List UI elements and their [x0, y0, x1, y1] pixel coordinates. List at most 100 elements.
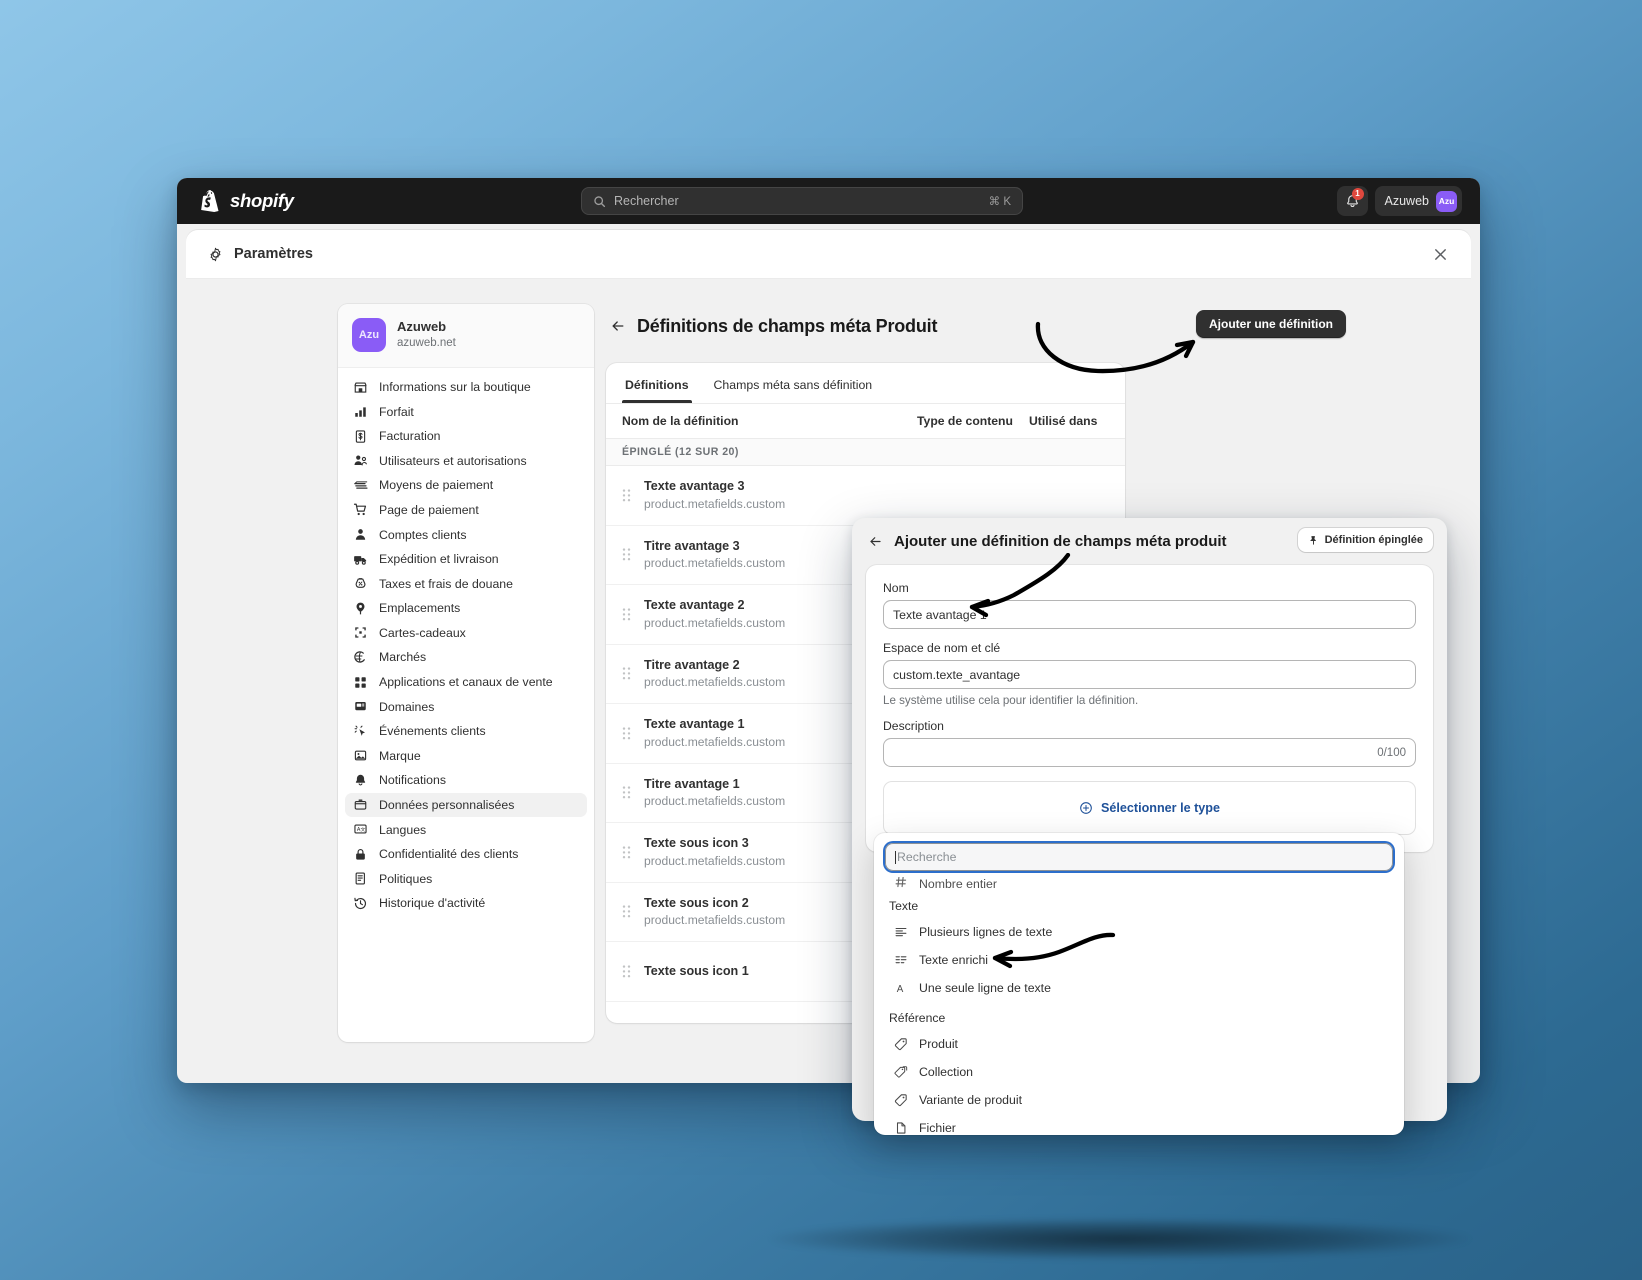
- type-option-collection[interactable]: Collection: [885, 1058, 1393, 1086]
- definition-name: Texte avantage 1: [644, 717, 745, 732]
- add-definition-button[interactable]: Ajouter une définition: [1196, 310, 1346, 338]
- policy-icon: [353, 871, 368, 886]
- sidebar-item-label: Forfait: [379, 404, 414, 419]
- sidebar-item-notifications[interactable]: Notifications: [345, 768, 587, 792]
- lock-icon: [353, 847, 368, 862]
- type-option-une-seule-ligne-de-texte[interactable]: A Une seule ligne de texte: [885, 974, 1393, 1002]
- description-input[interactable]: 0/100: [883, 738, 1416, 767]
- sidebar-item-marque[interactable]: Marque: [345, 744, 587, 768]
- definition-name: Texte avantage 2: [644, 598, 745, 613]
- settings-sidebar: Azu Azuweb azuweb.net Informations sur l…: [338, 304, 594, 1042]
- column-header-used-in: Utilisé dans: [1029, 414, 1098, 428]
- sidebar-item-facturation[interactable]: Facturation: [345, 424, 587, 448]
- sidebar-item-emplacements[interactable]: Emplacements: [345, 596, 587, 620]
- type-search-placeholder: Recherche: [897, 850, 957, 864]
- sidebar-item-taxes-et-frais-de-douane[interactable]: Taxes et frais de douane: [345, 572, 587, 596]
- gift-card-icon: [353, 625, 368, 640]
- sidebar-item-v-nements-clients[interactable]: Événements clients: [345, 719, 587, 743]
- sidebar-item-label: Marque: [379, 748, 421, 763]
- select-type-button[interactable]: Sélectionner le type: [883, 781, 1416, 835]
- sidebar-item-informations-sur-la-boutique[interactable]: Informations sur la boutique: [345, 375, 587, 399]
- close-icon[interactable]: [1432, 246, 1449, 263]
- type-search-input[interactable]: Recherche: [885, 843, 1393, 871]
- history-icon: [353, 896, 368, 911]
- type-option-partially-scrolled[interactable]: Nombre entier: [885, 877, 1393, 890]
- tax-icon: [353, 576, 368, 591]
- sidebar-item-confidentialit-des-clients[interactable]: Confidentialité des clients: [345, 842, 587, 866]
- svg-text:A: A: [897, 984, 904, 995]
- type-option-produit[interactable]: Produit: [885, 1030, 1393, 1058]
- sidebar-item-donn-es-personnalis-es[interactable]: Données personnalisées: [345, 792, 587, 818]
- search-shortcut-hint: ⌘ K: [988, 196, 1011, 208]
- sidebar-item-cartes-cadeaux[interactable]: Cartes-cadeaux: [345, 621, 587, 645]
- global-search-input[interactable]: Rechercher ⌘ K: [581, 187, 1023, 215]
- sidebar-item-langues[interactable]: A 文 Langues: [345, 817, 587, 841]
- notifications-button[interactable]: 1: [1336, 186, 1368, 216]
- drag-handle-icon[interactable]: [622, 727, 631, 740]
- gear-icon: [210, 247, 221, 261]
- type-option-plusieurs-lignes-de-texte[interactable]: Plusieurs lignes de texte: [885, 918, 1393, 946]
- table-row[interactable]: Texte avantage 3 product.metafields.custo…: [606, 466, 1125, 526]
- sidebar-item-utilisateurs-et-autorisations[interactable]: Utilisateurs et autorisations: [345, 449, 587, 473]
- sidebar-item-moyens-de-paiement[interactable]: Moyens de paiement: [345, 473, 587, 497]
- shopify-logo[interactable]: shopify: [201, 190, 294, 212]
- sidebar-item-label: Notifications: [379, 773, 446, 788]
- sidebar-item-label: Marchés: [379, 650, 427, 665]
- type-option-list[interactable]: Nombre entier Texte Plusieurs lignes de te…: [885, 877, 1393, 1135]
- globe-icon: [353, 650, 368, 665]
- pinned-definition-label: Définition épinglée: [1324, 534, 1423, 546]
- type-option-label: Texte enrichi: [919, 953, 989, 967]
- sidebar-item-page-de-paiement[interactable]: Page de paiement: [345, 498, 587, 522]
- apps-grid-icon: [353, 675, 368, 690]
- main-header: Définitions de champs méta Produit Ajout…: [606, 304, 1447, 348]
- type-option-fichier[interactable]: Fichier: [885, 1114, 1393, 1135]
- namespace-input[interactable]: custom.texte_avantage: [883, 660, 1416, 689]
- plan-icon: [353, 404, 368, 419]
- name-input[interactable]: Texte avantage 1: [883, 600, 1416, 629]
- namespace-help-text: Le système utilise cela pour identifier …: [883, 694, 1139, 707]
- drag-handle-icon[interactable]: [622, 608, 631, 621]
- settings-nav-list: Informations sur la boutique Forfait Factu…: [338, 368, 594, 923]
- store-logo: Azu: [352, 318, 386, 352]
- arrow-left-icon[interactable]: [610, 318, 626, 334]
- tab-definitions[interactable]: Définitions: [614, 371, 700, 403]
- payment-icon: [353, 478, 368, 493]
- type-option-label: Variante de produit: [919, 1093, 1022, 1107]
- sidebar-item-exp-dition-et-livraison[interactable]: Expédition et livraison: [345, 547, 587, 571]
- pinned-section-label: ÉPINGLÉ (12 SUR 20): [606, 438, 1125, 466]
- drag-handle-icon[interactable]: [622, 548, 631, 561]
- tab-metafields-without-definition[interactable]: Champs méta sans définition: [703, 371, 884, 403]
- sidebar-item-march-s[interactable]: Marchés: [345, 645, 587, 669]
- sidebar-item-politiques[interactable]: Politiques: [345, 867, 587, 891]
- sidebar-item-label: Domaines: [379, 699, 435, 714]
- drag-handle-icon[interactable]: [622, 846, 631, 859]
- sidebar-item-comptes-clients[interactable]: Comptes clients: [345, 522, 587, 546]
- sidebar-item-label: Utilisateurs et autorisations: [379, 453, 527, 468]
- arrow-left-icon[interactable]: [868, 534, 883, 549]
- drag-handle-icon[interactable]: [622, 489, 631, 502]
- definition-name: Texte sous icon 2: [644, 895, 749, 910]
- sidebar-item-domaines[interactable]: Domaines: [345, 695, 587, 719]
- account-menu-button[interactable]: Azuweb Azu: [1374, 186, 1462, 216]
- svg-text:文: 文: [361, 826, 366, 833]
- top-navigation-bar: shopify Rechercher ⌘ K 1 Azuweb Azu: [177, 178, 1480, 224]
- drag-handle-icon[interactable]: [622, 965, 631, 978]
- sidebar-item-label: Cartes-cadeaux: [379, 625, 466, 640]
- bell-icon: [353, 773, 368, 788]
- name-input-value: Texte avantage 1: [893, 607, 987, 622]
- sidebar-item-historique-d-activit[interactable]: Historique d'activité: [345, 891, 587, 915]
- type-option-texte-enrichi[interactable]: Texte enrichi: [885, 946, 1393, 974]
- search-icon: [594, 195, 606, 207]
- product-tag-icon: [894, 1037, 908, 1051]
- drag-handle-icon[interactable]: [622, 786, 631, 799]
- pinned-definition-button[interactable]: Définition épinglée: [1297, 528, 1433, 552]
- sidebar-item-applications-et-canaux-de-vente[interactable]: Applications et canaux de vente: [345, 670, 587, 694]
- drag-handle-icon[interactable]: [622, 905, 631, 918]
- store-identity-row[interactable]: Azu Azuweb azuweb.net: [338, 304, 594, 368]
- sidebar-item-forfait[interactable]: Forfait: [345, 400, 587, 424]
- plus-circle-icon: [1080, 802, 1092, 814]
- drag-handle-icon[interactable]: [622, 667, 631, 680]
- type-option-variante-de-produit[interactable]: Variante de produit: [885, 1086, 1393, 1114]
- namespace-input-value: custom.texte_avantage: [893, 667, 1021, 682]
- file-icon: [894, 1121, 908, 1135]
